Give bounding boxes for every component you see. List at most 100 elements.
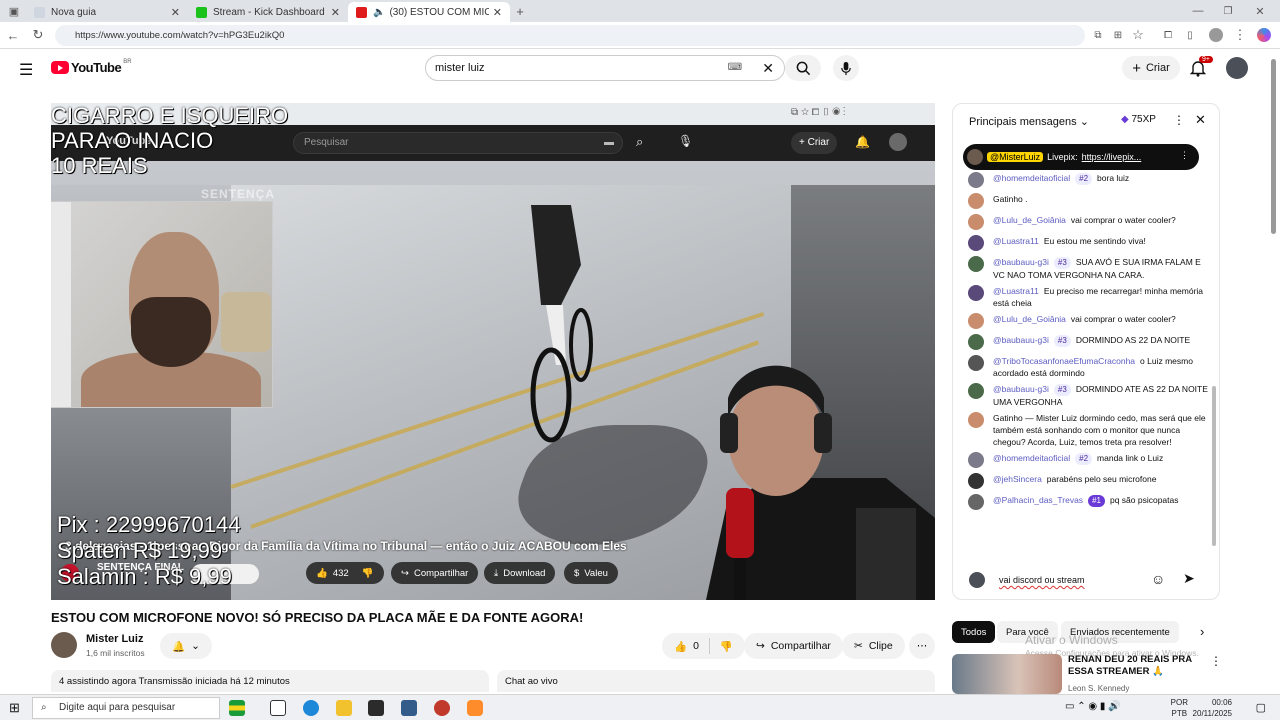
task-view-icon[interactable] xyxy=(270,700,286,716)
chat-author[interactable]: @Lulu_de_Goiânia xyxy=(993,215,1066,225)
clear-search-icon[interactable]: ✕ xyxy=(762,56,774,80)
store-icon[interactable] xyxy=(368,700,384,716)
clip-button[interactable]: ✂ Clipe xyxy=(842,633,905,659)
chat-menu-icon[interactable]: ⋮ xyxy=(1173,113,1185,127)
taskbar-search-input[interactable]: ⌕ Digite aqui para pesquisar xyxy=(32,697,220,719)
chrome-icon[interactable] xyxy=(467,700,483,716)
emoji-icon[interactable]: ☺ xyxy=(1151,571,1165,587)
chat-author[interactable]: @homemdeitaoficial xyxy=(993,453,1070,463)
reload-icon[interactable]: ↻ xyxy=(30,27,46,43)
profile-avatar[interactable] xyxy=(1208,27,1224,43)
close-tab-icon[interactable]: ✕ xyxy=(493,6,502,19)
tab-new[interactable]: Nova guia ✕ xyxy=(26,2,188,22)
page-scroll-thumb[interactable] xyxy=(1271,59,1276,234)
chat-message[interactable]: @baubauu-g3i #3 SUA AVÓ E SUA IRMA FALAM E… xyxy=(963,256,1213,281)
channel-name[interactable]: Mister Luiz xyxy=(86,633,143,645)
copilot-icon[interactable] xyxy=(1256,27,1272,43)
chat-author[interactable]: @jehSincera xyxy=(993,474,1042,484)
chat-message[interactable]: @Luastra11 Eu preciso me recarregar! minh… xyxy=(963,285,1213,309)
chat-author[interactable]: @baubauu-g3i xyxy=(993,257,1049,267)
recommended-video[interactable]: RENAN DEU 20 REAIS PRA ESSA STREAMER 🙏 L… xyxy=(952,654,1222,694)
new-tab-icon[interactable]: + xyxy=(512,3,528,19)
chevron-right-icon[interactable]: › xyxy=(1200,624,1204,639)
chat-author[interactable]: @TriboTocasanfonaeEfumaCraconha xyxy=(993,356,1135,366)
subscribed-bell-button[interactable]: 🔔 ⌄ xyxy=(160,633,212,659)
chat-scrollbar[interactable] xyxy=(1212,386,1216,546)
account-avatar[interactable] xyxy=(1226,57,1248,79)
search-input[interactable]: mister luiz ⌨ ✕ xyxy=(425,55,785,81)
like-button[interactable]: 👍 0 👎 xyxy=(662,633,745,659)
chat-message[interactable]: @homemdeitaoficial #2 manda link o Luiz xyxy=(963,452,1213,469)
taskbar-clock[interactable]: 00:06 20/11/2025 xyxy=(1193,697,1232,719)
tab-kick[interactable]: Stream - Kick Dashboard ✕ xyxy=(188,2,348,22)
pinned-message[interactable]: @MisterLuiz Livepix: https://livepix... … xyxy=(963,144,1199,170)
chat-author[interactable]: @Luastra11 xyxy=(993,286,1039,296)
search-button[interactable] xyxy=(785,55,821,81)
maximize-icon[interactable]: ❐ xyxy=(1220,3,1236,19)
chat-message[interactable]: @baubauu-g3i #3 DORMINDO ATE AS 22 DA NOIT… xyxy=(963,383,1213,408)
edge-icon[interactable] xyxy=(303,700,319,716)
xp-badge[interactable]: ◆ 75XP xyxy=(1121,114,1156,125)
chat-input-field[interactable]: vai discord ou stream xyxy=(999,575,1085,585)
tab-youtube[interactable]: 🔈 (30) ESTOU COM MICROFONE ✕ xyxy=(348,2,510,22)
chat-message[interactable]: @homemdeitaoficial #2 bora luiz xyxy=(963,172,1213,189)
chat-mode-dropdown[interactable]: Principais mensagens ⌄ xyxy=(969,115,1089,128)
sidebar-icon[interactable]: ▯ xyxy=(1182,27,1198,43)
translate-icon[interactable]: ⧉ xyxy=(1090,27,1106,43)
chat-author[interactable]: @homemdeitaoficial xyxy=(993,173,1070,183)
send-icon[interactable]: ➤ xyxy=(1183,570,1195,587)
share-button[interactable]: ↪ Compartilhar xyxy=(744,633,843,659)
youtube-logo[interactable]: YouTube BR xyxy=(51,59,132,75)
pinned-menu-icon[interactable]: ⋮ xyxy=(1180,150,1189,161)
chat-message[interactable]: @Palhacin_das_Trevas #1 pq são psicopatas xyxy=(963,494,1213,511)
windows-start-icon[interactable]: ⊞ xyxy=(9,700,20,716)
keyboard-icon[interactable]: ⌨ xyxy=(728,56,742,80)
chat-author[interactable]: @Luastra11 xyxy=(993,236,1039,246)
chat-message[interactable]: @Lulu_de_Goiânia vai comprar o water cool… xyxy=(963,313,1213,330)
chat-author[interactable]: @baubauu-g3i xyxy=(993,384,1049,394)
channel-avatar[interactable] xyxy=(51,632,77,658)
chat-message[interactable]: @Luastra11 Eu estou me sentindo viva! xyxy=(963,235,1213,252)
tray-icons[interactable]: ▭ ⌃ ◉ ▮ 🔊 xyxy=(1065,701,1121,712)
brazil-flag-icon[interactable] xyxy=(229,700,245,716)
extensions-icon[interactable]: ⧠ xyxy=(1160,27,1176,43)
mail-icon[interactable] xyxy=(401,700,417,716)
description-box[interactable]: 4 assistindo agora Transmissão iniciada … xyxy=(51,670,489,692)
back-icon[interactable]: ← xyxy=(5,27,21,43)
file-explorer-icon[interactable] xyxy=(336,700,352,716)
chat-message[interactable]: Gatinho — Mister Luiz dormindo cedo, mas… xyxy=(963,412,1213,448)
chat-message[interactable]: @baubauu-g3i #3 DORMINDO AS 22 DA NOITE xyxy=(963,334,1213,351)
voice-search-button[interactable] xyxy=(833,55,859,81)
page-scrollbar[interactable] xyxy=(1270,49,1278,689)
hamburger-menu-icon[interactable]: ☰ xyxy=(19,60,33,80)
chat-message[interactable]: @Lulu_de_Goiânia vai comprar o water cool… xyxy=(963,214,1213,231)
video-player[interactable]: ⧉ ☆ ⧠ ▯ ◉ ⋮ SENTENÇA YouTube Pesquisar ▬… xyxy=(51,103,935,600)
menu-dots-icon[interactable]: ⋮ xyxy=(1232,27,1248,43)
minimize-icon[interactable]: — xyxy=(1190,3,1206,19)
create-button[interactable]: + Criar xyxy=(1122,56,1180,80)
chat-author[interactable]: @baubauu-g3i xyxy=(993,335,1049,345)
close-chat-icon[interactable]: ✕ xyxy=(1195,112,1206,128)
close-window-icon[interactable]: ✕ xyxy=(1252,3,1268,19)
app-icon[interactable] xyxy=(434,700,450,716)
bookmark-icon[interactable]: ☆ xyxy=(1130,27,1146,43)
close-tab-icon[interactable]: ✕ xyxy=(171,6,180,19)
live-chat-tab[interactable]: Chat ao vivo xyxy=(497,670,935,692)
recommended-menu-icon[interactable]: ⋮ xyxy=(1210,654,1222,668)
thumbs-down-icon[interactable]: 👎 xyxy=(720,640,733,653)
notifications-button[interactable]: 9+ xyxy=(1189,56,1213,79)
windows-menu-icon[interactable]: ▣ xyxy=(6,3,22,19)
chat-message[interactable]: Gatinho . xyxy=(963,193,1213,210)
more-actions-button[interactable]: ⋯ xyxy=(909,633,935,659)
close-tab-icon[interactable]: ✕ xyxy=(331,6,340,19)
language-indicator[interactable]: POR PTB xyxy=(1171,697,1188,719)
chat-message[interactable]: @TriboTocasanfonaeEfumaCraconha o Luiz me… xyxy=(963,355,1213,379)
chat-author[interactable]: @Lulu_de_Goiânia xyxy=(993,314,1066,324)
pinned-link[interactable]: https://livepix... xyxy=(1082,152,1142,162)
notifications-center-icon[interactable]: ▢ xyxy=(1256,701,1266,714)
chip-all[interactable]: Todos xyxy=(952,621,996,643)
install-icon[interactable]: ⊞ xyxy=(1110,27,1126,43)
chat-author[interactable]: @Palhacin_das_Trevas xyxy=(993,495,1083,505)
url-field[interactable]: https://www.youtube.com/watch?v=hPG3Eu2i… xyxy=(55,25,1085,46)
chat-message[interactable]: @jehSincera parabéns pelo seu microfone xyxy=(963,473,1213,490)
